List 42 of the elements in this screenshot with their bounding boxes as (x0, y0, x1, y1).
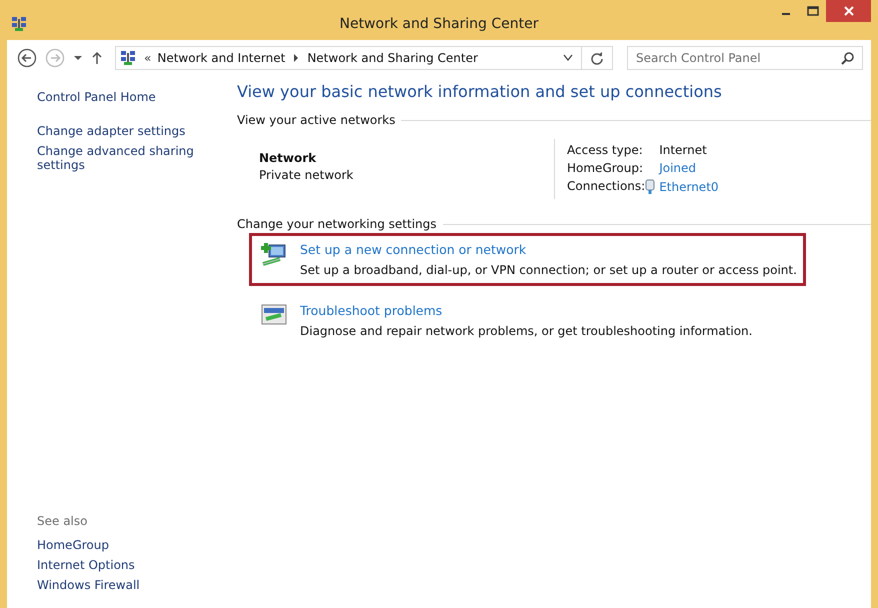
chevron-icon (293, 54, 300, 62)
refresh-icon[interactable] (590, 51, 604, 65)
network-name: Network (259, 151, 318, 165)
overflow-marker[interactable]: « (144, 51, 152, 65)
connection-link[interactable]: Ethernet0 (659, 180, 719, 194)
new-connection-icon (260, 242, 288, 268)
sidebar-link[interactable]: Control Panel Home (37, 90, 237, 104)
task-link[interactable]: Troubleshoot problems (300, 303, 752, 318)
network-icon (11, 16, 27, 32)
see-also-link[interactable]: HomeGroup (37, 538, 237, 552)
network-category[interactable]: Private network (259, 168, 554, 182)
see-also-link[interactable]: Windows Firewall (37, 578, 237, 592)
detail-link[interactable]: Joined (659, 161, 719, 175)
window-title: Network and Sharing Center (339, 16, 538, 32)
dropdown-icon[interactable] (563, 54, 573, 62)
sidebar-link[interactable]: Change advanced sharing settings (37, 144, 237, 172)
minimize-icon (782, 13, 790, 15)
search-field[interactable]: Search Control Panel (627, 46, 863, 70)
section-heading: Change your networking settings (237, 217, 437, 231)
task-description: Set up a broadband, dial-up, or VPN connection; or set up a router or access point. (300, 263, 797, 277)
sidebar-link[interactable]: Change adapter settings (37, 124, 237, 138)
section-heading: View your active networks (237, 113, 396, 127)
detail-label: Connections: (567, 179, 646, 195)
detail-label: Access type: (567, 143, 644, 157)
breadcrumb[interactable]: Network and Sharing Center (307, 51, 478, 65)
detail-label: HomeGroup: (567, 161, 644, 175)
breadcrumb[interactable]: Network and Internet (157, 51, 286, 65)
back-button[interactable] (15, 48, 39, 68)
see-also-link[interactable]: Internet Options (37, 558, 237, 572)
search-icon (841, 52, 854, 65)
detail-value: Internet (659, 143, 708, 157)
page-heading: View your basic network information and set up connections (237, 82, 723, 101)
close-button[interactable] (826, 0, 871, 22)
maximize-icon (806, 6, 818, 16)
address-field[interactable]: « Network and Internet Network and Sharing Center (115, 46, 613, 70)
task-description: Diagnose and repair network problems, or get troubleshooting information. (300, 324, 752, 338)
see-also-heading: See also (37, 514, 88, 528)
network-icon (120, 50, 136, 66)
close-icon (844, 6, 854, 16)
troubleshoot-icon (260, 303, 288, 327)
ethernet-icon (645, 179, 656, 195)
task-link[interactable]: Set up a new connection or network (300, 242, 797, 257)
